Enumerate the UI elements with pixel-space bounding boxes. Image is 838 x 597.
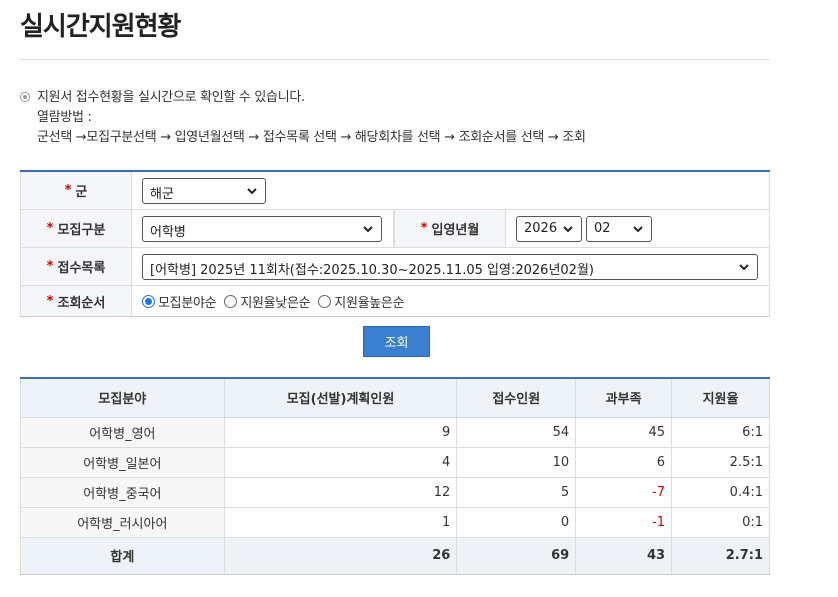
form-row-category: * 모집구분 어학병 * 입영년월 2026 02 bbox=[20, 210, 770, 248]
cell-applied: 5 bbox=[456, 476, 577, 508]
guide-box: 지원서 접수현황을 실시간으로 확인할 수 있습니다. 열람방법 : 군선택 →… bbox=[20, 88, 586, 148]
cell-total-label: 합계 bbox=[20, 536, 225, 575]
reception-label: * 접수목록 bbox=[20, 248, 132, 285]
category-select[interactable]: 어학병 bbox=[142, 215, 382, 242]
cell-plan: 9 bbox=[223, 416, 458, 448]
header-plan: 모집(선발)계획인원 bbox=[223, 377, 458, 418]
enlist-year-value: 2026 bbox=[524, 220, 558, 236]
cell-total-diff: 43 bbox=[575, 536, 673, 575]
cell-total-applied: 69 bbox=[456, 536, 577, 575]
cell-applied: 10 bbox=[456, 446, 577, 478]
required-mark: * bbox=[64, 183, 72, 198]
required-mark: * bbox=[420, 221, 428, 236]
chevron-down-icon bbox=[563, 225, 573, 232]
military-select-value: 해군 bbox=[150, 186, 174, 202]
enlist-year-select[interactable]: 2026 bbox=[516, 215, 582, 242]
cell-plan: 1 bbox=[223, 506, 458, 538]
category-label: * 모집구분 bbox=[20, 210, 132, 247]
radio-unselected-icon[interactable] bbox=[224, 294, 238, 308]
reception-select[interactable]: [어학병] 2025년 11회차(접수:2025.10.30~2025.11.0… bbox=[142, 253, 758, 280]
reception-label-text: 접수목록 bbox=[57, 261, 106, 276]
header-diff: 과부족 bbox=[575, 377, 673, 418]
cell-rate: 6:1 bbox=[671, 416, 770, 448]
cell-applied: 54 bbox=[456, 416, 577, 448]
cell-diff: 45 bbox=[575, 416, 673, 448]
category-select-value: 어학병 bbox=[150, 224, 186, 240]
header-applied: 접수인원 bbox=[456, 377, 577, 418]
cell-rate: 0.4:1 bbox=[671, 476, 770, 508]
header-field: 모집분야 bbox=[20, 377, 225, 418]
cell-rate: 2.5:1 bbox=[671, 446, 770, 478]
enlist-label-text: 입영년월 bbox=[431, 223, 480, 238]
cell-total-rate: 2.7:1 bbox=[671, 536, 770, 575]
chevron-down-icon bbox=[739, 263, 749, 270]
cell-field: 어학병_영어 bbox=[20, 416, 225, 448]
cell-plan: 4 bbox=[223, 446, 458, 478]
enlist-cell: 2026 02 bbox=[506, 210, 770, 247]
enlist-month-select[interactable]: 02 bbox=[586, 215, 652, 242]
military-cell: 해군 bbox=[132, 172, 770, 209]
cell-field: 어학병_중국어 bbox=[20, 476, 225, 508]
radio-selected-icon[interactable] bbox=[142, 294, 155, 308]
results-table: 모집분야 모집(선발)계획인원 접수인원 과부족 지원율 어학병_영어 9 54… bbox=[20, 377, 770, 575]
required-mark: * bbox=[46, 259, 54, 274]
order-radio-1[interactable]: 지원율낮은순 bbox=[224, 292, 311, 311]
form-row-reception: * 접수목록 [어학병] 2025년 11회차(접수:2025.10.30~202… bbox=[20, 248, 770, 286]
table-header-row: 모집분야 모집(선발)계획인원 접수인원 과부족 지원율 bbox=[20, 377, 770, 418]
chevron-down-icon bbox=[363, 225, 373, 232]
military-select[interactable]: 해군 bbox=[142, 177, 266, 204]
chevron-down-icon bbox=[633, 225, 643, 232]
order-radio-label: 모집분야순 bbox=[158, 295, 217, 311]
table-row: 어학병_러시아어 1 0 -1 0:1 bbox=[20, 506, 770, 538]
cell-rate: 0:1 bbox=[671, 506, 770, 538]
military-label-text: 군 bbox=[75, 185, 88, 200]
military-label: * 군 bbox=[20, 172, 132, 209]
title-divider bbox=[20, 59, 770, 60]
cell-plan: 12 bbox=[223, 476, 458, 508]
cell-total-plan: 26 bbox=[223, 536, 458, 575]
search-form: * 군 해군 * 모집구분 어학병 * 입영년월 2026 02 * 접수목록 … bbox=[20, 170, 770, 317]
chevron-down-icon bbox=[247, 187, 257, 194]
circle-bullet-icon bbox=[20, 92, 30, 102]
required-mark: * bbox=[46, 221, 54, 236]
reception-cell: [어학병] 2025년 11회차(접수:2025.10.30~2025.11.0… bbox=[132, 248, 770, 285]
cell-diff: -1 bbox=[575, 506, 673, 538]
order-label: * 조회순서 bbox=[20, 286, 132, 316]
order-radio-2[interactable]: 지원율높은순 bbox=[318, 292, 405, 311]
table-row: 어학병_일본어 4 10 6 2.5:1 bbox=[20, 446, 770, 478]
guide-text-3: 군선택 →모집구분선택 → 입영년월선택 → 접수목록 선택 → 해당회차를 선… bbox=[37, 130, 586, 145]
table-row: 어학병_영어 9 54 45 6:1 bbox=[20, 416, 770, 448]
search-button[interactable]: 조회 bbox=[363, 326, 430, 357]
table-row: 어학병_중국어 12 5 -7 0.4:1 bbox=[20, 476, 770, 508]
cell-field: 어학병_일본어 bbox=[20, 446, 225, 478]
cell-diff: -7 bbox=[575, 476, 673, 508]
cell-field: 어학병_러시아어 bbox=[20, 506, 225, 538]
category-label-text: 모집구분 bbox=[57, 223, 106, 238]
required-mark: * bbox=[46, 293, 54, 309]
header-rate: 지원율 bbox=[671, 377, 770, 418]
order-radio-label: 지원율낮은순 bbox=[240, 295, 311, 311]
guide-text-2: 열람방법 : bbox=[37, 110, 92, 125]
guide-text-1: 지원서 접수현황을 실시간으로 확인할 수 있습니다. bbox=[37, 90, 305, 105]
form-row-military: * 군 해군 bbox=[20, 172, 770, 210]
reception-select-value: [어학병] 2025년 11회차(접수:2025.10.30~2025.11.0… bbox=[150, 262, 594, 278]
order-radio-0[interactable]: 모집분야순 bbox=[142, 292, 217, 311]
category-cell: 어학병 bbox=[132, 210, 394, 247]
enlist-label: * 입영년월 bbox=[394, 210, 506, 247]
order-cell: 모집분야순 지원율낮은순 지원율높은순 bbox=[132, 286, 770, 316]
enlist-month-value: 02 bbox=[594, 220, 611, 236]
order-radio-group: 모집분야순 지원율낮은순 지원율높은순 bbox=[142, 292, 412, 311]
page-title: 실시간지원현황 bbox=[20, 12, 181, 42]
order-label-text: 조회순서 bbox=[57, 295, 106, 311]
cell-diff: 6 bbox=[575, 446, 673, 478]
table-total-row: 합계 26 69 43 2.7:1 bbox=[20, 536, 770, 575]
cell-applied: 0 bbox=[456, 506, 577, 538]
radio-unselected-icon[interactable] bbox=[318, 294, 332, 308]
order-radio-label: 지원율높은순 bbox=[334, 295, 405, 311]
form-row-order: * 조회순서 모집분야순 지원율낮은순 지원율높은순 bbox=[20, 286, 770, 316]
